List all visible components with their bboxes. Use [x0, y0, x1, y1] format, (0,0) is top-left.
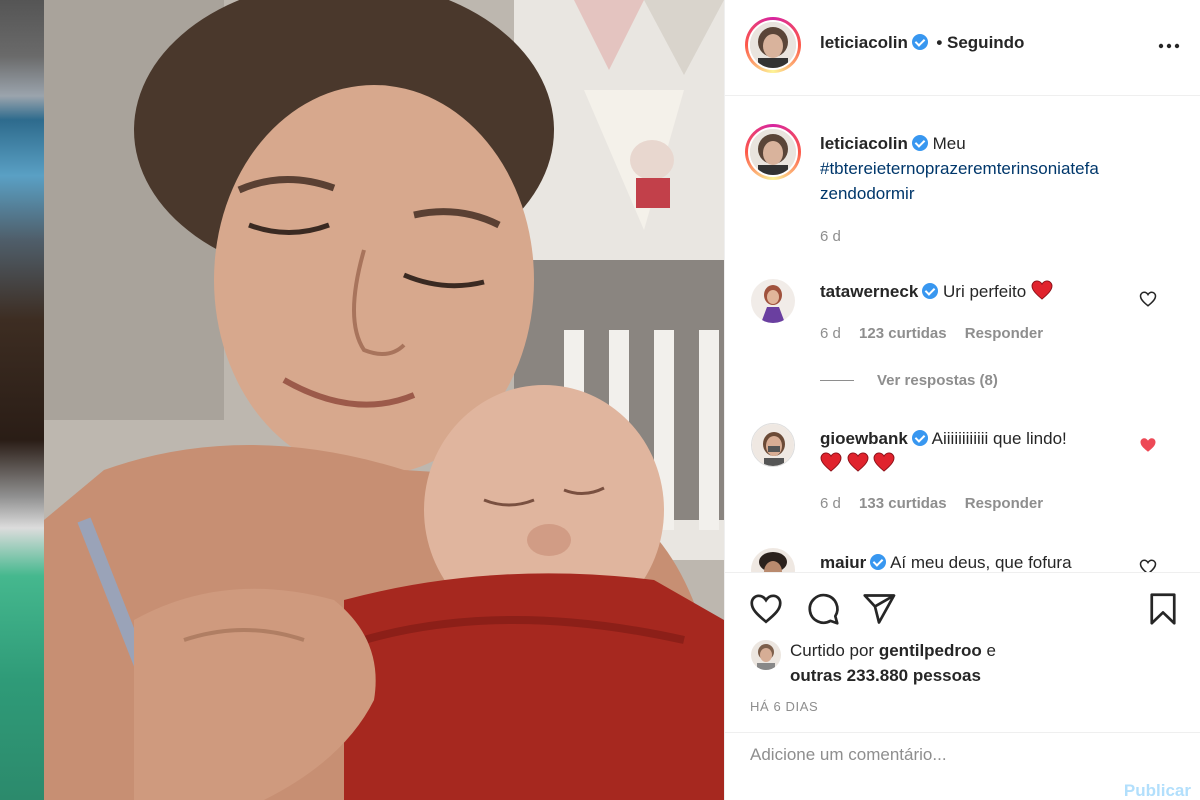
publish-button[interactable]: Publicar: [1124, 781, 1191, 800]
background-previous-post[interactable]: [0, 0, 44, 800]
comment-body: Uri perfeito: [943, 282, 1027, 301]
post-details-panel: leticiacolin • Seguindo leticiacolin Meu…: [724, 0, 1200, 800]
replies-divider: [820, 380, 854, 381]
caption-username[interactable]: leticiacolin: [820, 134, 908, 153]
verified-badge-icon: [911, 34, 928, 50]
post-actions: Curtido por gentilpedroo e outras 233.88…: [725, 573, 1200, 800]
heart-outline-icon[interactable]: [748, 591, 784, 627]
comment-tatawerneck: tatawerneck Uri perfeito: [820, 279, 1130, 304]
author-avatar[interactable]: [745, 17, 801, 73]
comment-avatar-tatawerneck[interactable]: [751, 279, 795, 323]
caption-body: Meu: [932, 134, 966, 153]
liked-by-prefix: Curtido por: [790, 641, 875, 660]
caption-avatar-image: [750, 129, 796, 175]
liked-by-conjunction: e: [986, 641, 996, 660]
red-heart-emoji-icon: [1031, 280, 1053, 300]
paper-plane-icon[interactable]: [861, 591, 897, 627]
add-comment-form: Publicar: [725, 732, 1200, 800]
comment-username[interactable]: gioewbank: [820, 429, 908, 448]
comment-likes[interactable]: 133 curtidas: [859, 495, 947, 512]
comment-time[interactable]: 6 d: [820, 495, 841, 512]
red-heart-emoji-icon: [820, 452, 842, 472]
header-username[interactable]: leticiacolin: [820, 33, 908, 52]
liked-by-line: Curtido por gentilpedroo e: [790, 638, 996, 663]
author-avatar-image: [750, 22, 796, 68]
caption-text: leticiacolin Meu #tbtereieternoprazeremt…: [820, 131, 1165, 206]
liked-by-user[interactable]: gentilpedroo: [879, 641, 982, 660]
liked-by-others[interactable]: outras 233.880 pessoas: [790, 663, 981, 688]
red-heart-emoji-icon: [874, 452, 895, 472]
ellipsis-icon[interactable]: [1157, 36, 1181, 56]
red-heart-emoji-icon: [847, 452, 869, 472]
comment-avatar-maiur[interactable]: [751, 548, 795, 572]
comment-like-heart-icon[interactable]: [1139, 290, 1157, 308]
post-header: leticiacolin • Seguindo: [725, 0, 1200, 96]
comment-body: Aí meu deus, que fofura: [890, 553, 1072, 572]
bookmark-icon[interactable]: [1145, 591, 1181, 627]
comment-username[interactable]: tatawerneck: [820, 282, 918, 301]
verified-badge-icon: [911, 135, 928, 151]
caption-hashtag-continued[interactable]: zendodormir: [820, 184, 915, 203]
comment-meta: 6 d 133 curtidas Responder: [820, 495, 1057, 512]
comment-time[interactable]: 6 d: [820, 325, 841, 342]
verified-badge-icon: [922, 283, 939, 299]
comment-body: Aiiiiiiiiiiii que lindo!: [931, 429, 1067, 448]
liked-by-avatar[interactable]: [751, 640, 781, 670]
comment-avatar-image: [751, 548, 795, 572]
reply-button[interactable]: Responder: [965, 495, 1043, 512]
comment-avatar-image: [751, 279, 795, 323]
comment-like-heart-icon[interactable]: [1139, 558, 1157, 572]
comment-input[interactable]: [750, 745, 1080, 765]
comment-maiur: maiur Aí meu deus, que fofura: [820, 550, 1130, 572]
reply-button[interactable]: Responder: [965, 325, 1043, 342]
view-replies-button[interactable]: Ver respostas (8): [877, 372, 998, 389]
post-timestamp[interactable]: HÁ 6 DIAS: [750, 699, 818, 714]
comment-gioewbank: gioewbank Aiiiiiiiiiiii que lindo!: [820, 426, 1130, 476]
photo-illustration: [44, 0, 724, 800]
verified-badge-icon: [911, 430, 928, 446]
caption-time[interactable]: 6 d: [820, 228, 841, 245]
comment-icon[interactable]: [805, 591, 841, 627]
liked-by-others-count[interactable]: outras 233.880 pessoas: [790, 666, 981, 685]
comment-meta: 6 d 123 curtidas Responder: [820, 325, 1057, 342]
comment-avatar-gioewbank[interactable]: [751, 423, 795, 467]
caption-hashtag[interactable]: #tbtereieternoprazeremterinsoniatefa: [820, 159, 1099, 178]
comment-likes[interactable]: 123 curtidas: [859, 325, 947, 342]
verified-badge-icon: [870, 554, 887, 570]
post-photo[interactable]: [44, 0, 724, 800]
caption-avatar[interactable]: [745, 124, 801, 180]
instagram-post-modal: leticiacolin • Seguindo leticiacolin Meu…: [0, 0, 1200, 800]
liked-by-avatar-image: [751, 640, 781, 670]
comments-list[interactable]: leticiacolin Meu #tbtereieternoprazeremt…: [725, 96, 1200, 573]
comment-username[interactable]: maiur: [820, 553, 866, 572]
comment-avatar-image: [752, 424, 794, 466]
comment-liked-heart-icon[interactable]: [1139, 436, 1157, 454]
follow-status[interactable]: • Seguindo: [936, 33, 1024, 52]
